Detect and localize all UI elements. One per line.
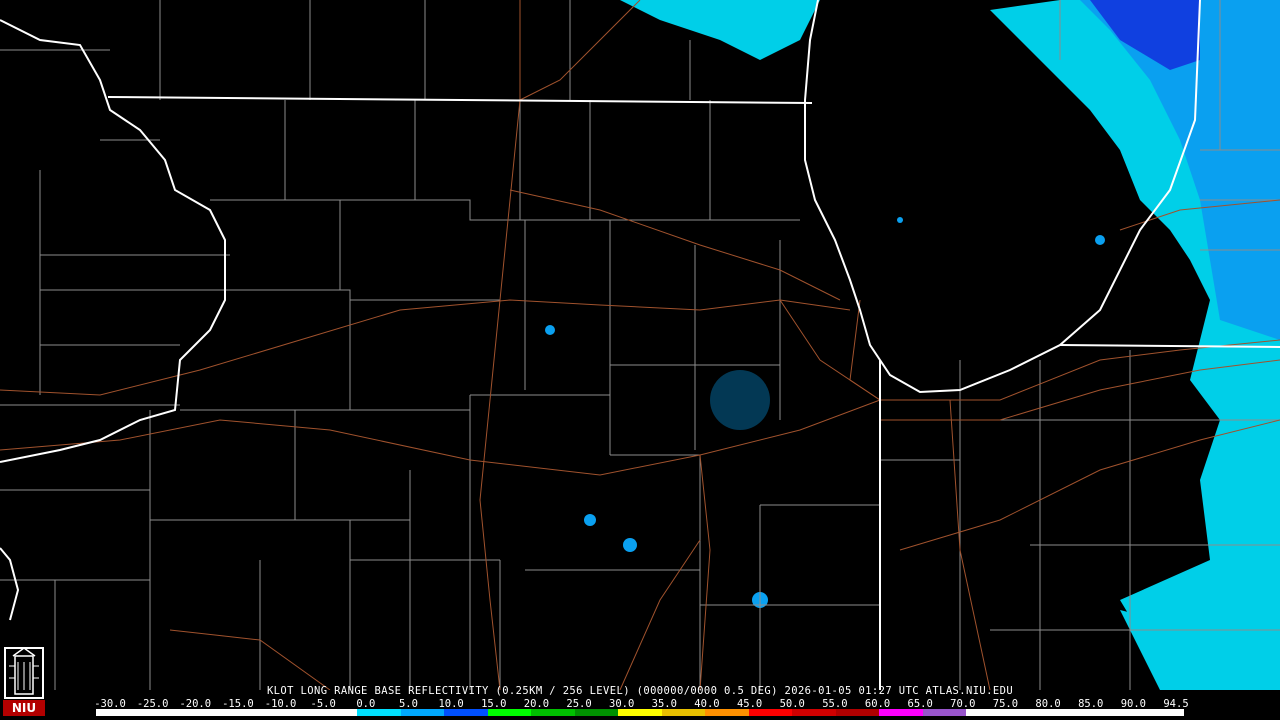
colorbar-segment	[705, 709, 750, 716]
colorbar-segment	[400, 709, 445, 716]
colorbar-segment	[270, 709, 315, 716]
colorbar-segment	[183, 709, 228, 716]
colorbar-segment	[313, 709, 358, 716]
radar-page: NIU KLOT LONG RANGE BASE REFLECTIVITY (0…	[0, 0, 1280, 720]
colorbar-segment	[792, 709, 837, 716]
colorbar-segment	[879, 709, 924, 716]
colorbar-segment	[1140, 709, 1185, 716]
iowa-missouri-border	[0, 547, 20, 621]
colorbar-segment	[487, 709, 532, 716]
wisconsin-illinois-border	[107, 96, 813, 104]
echo-cell	[1095, 235, 1105, 245]
colorbar-segment	[444, 709, 489, 716]
echo-cell	[897, 217, 903, 223]
echo-cell	[584, 514, 596, 526]
echo-cell	[710, 370, 770, 430]
radar-map	[0, 0, 1280, 690]
echo-cell	[623, 538, 637, 552]
colorbar-segment	[357, 709, 402, 716]
reflectivity-colorbar	[96, 709, 1185, 716]
product-caption: KLOT LONG RANGE BASE REFLECTIVITY (0.25K…	[266, 685, 1014, 697]
echo-cell	[545, 325, 555, 335]
colorbar-segment	[922, 709, 967, 716]
echo-top-center	[620, 0, 820, 60]
colorbar-segment	[618, 709, 663, 716]
colorbar-segment	[835, 709, 880, 716]
colorbar-segment	[1053, 709, 1098, 716]
colorbar-segment	[574, 709, 619, 716]
colorbar-segment	[661, 709, 706, 716]
colorbar-segment	[966, 709, 1011, 716]
colorbar-segment	[1009, 709, 1054, 716]
colorbar-segment	[139, 709, 184, 716]
colorbar-segment	[748, 709, 793, 716]
colorbar-segment	[226, 709, 271, 716]
colorbar-segment	[531, 709, 576, 716]
colorbar-segment	[1096, 709, 1141, 716]
mississippi-river-border	[0, 19, 226, 463]
colorbar-segment	[96, 709, 141, 716]
